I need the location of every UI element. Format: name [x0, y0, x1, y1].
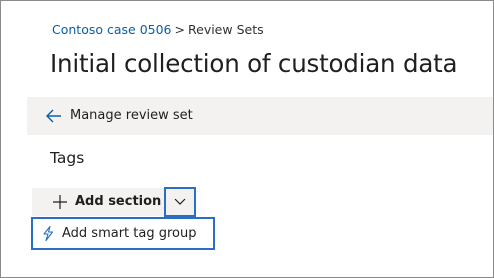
menu-item-label: Add smart tag group	[62, 226, 197, 241]
plus-icon	[53, 195, 67, 209]
page-title: Initial collection of custodian data	[50, 49, 458, 78]
back-arrow-icon	[46, 109, 61, 123]
breadcrumb-case-link[interactable]: Contoso case 0506	[52, 22, 172, 37]
add-section-dropdown-button[interactable]	[164, 187, 196, 217]
breadcrumb-current[interactable]: Review Sets	[188, 22, 264, 37]
breadcrumb-separator: >	[174, 22, 185, 37]
add-smart-tag-group-menu-item[interactable]: Add smart tag group	[31, 217, 215, 250]
review-set-panel: Contoso case 0506 > Review Sets Initial co…	[0, 0, 494, 278]
manage-review-set-label: Manage review set	[70, 108, 193, 123]
lightning-bolt-icon	[43, 226, 54, 241]
add-section-label: Add section	[75, 194, 162, 209]
tags-heading: Tags	[50, 149, 85, 167]
chevron-down-icon	[174, 198, 186, 205]
manage-review-set-button[interactable]: Manage review set	[27, 97, 493, 135]
add-section-button[interactable]: Add section	[32, 188, 166, 216]
breadcrumb: Contoso case 0506 > Review Sets	[52, 22, 264, 37]
